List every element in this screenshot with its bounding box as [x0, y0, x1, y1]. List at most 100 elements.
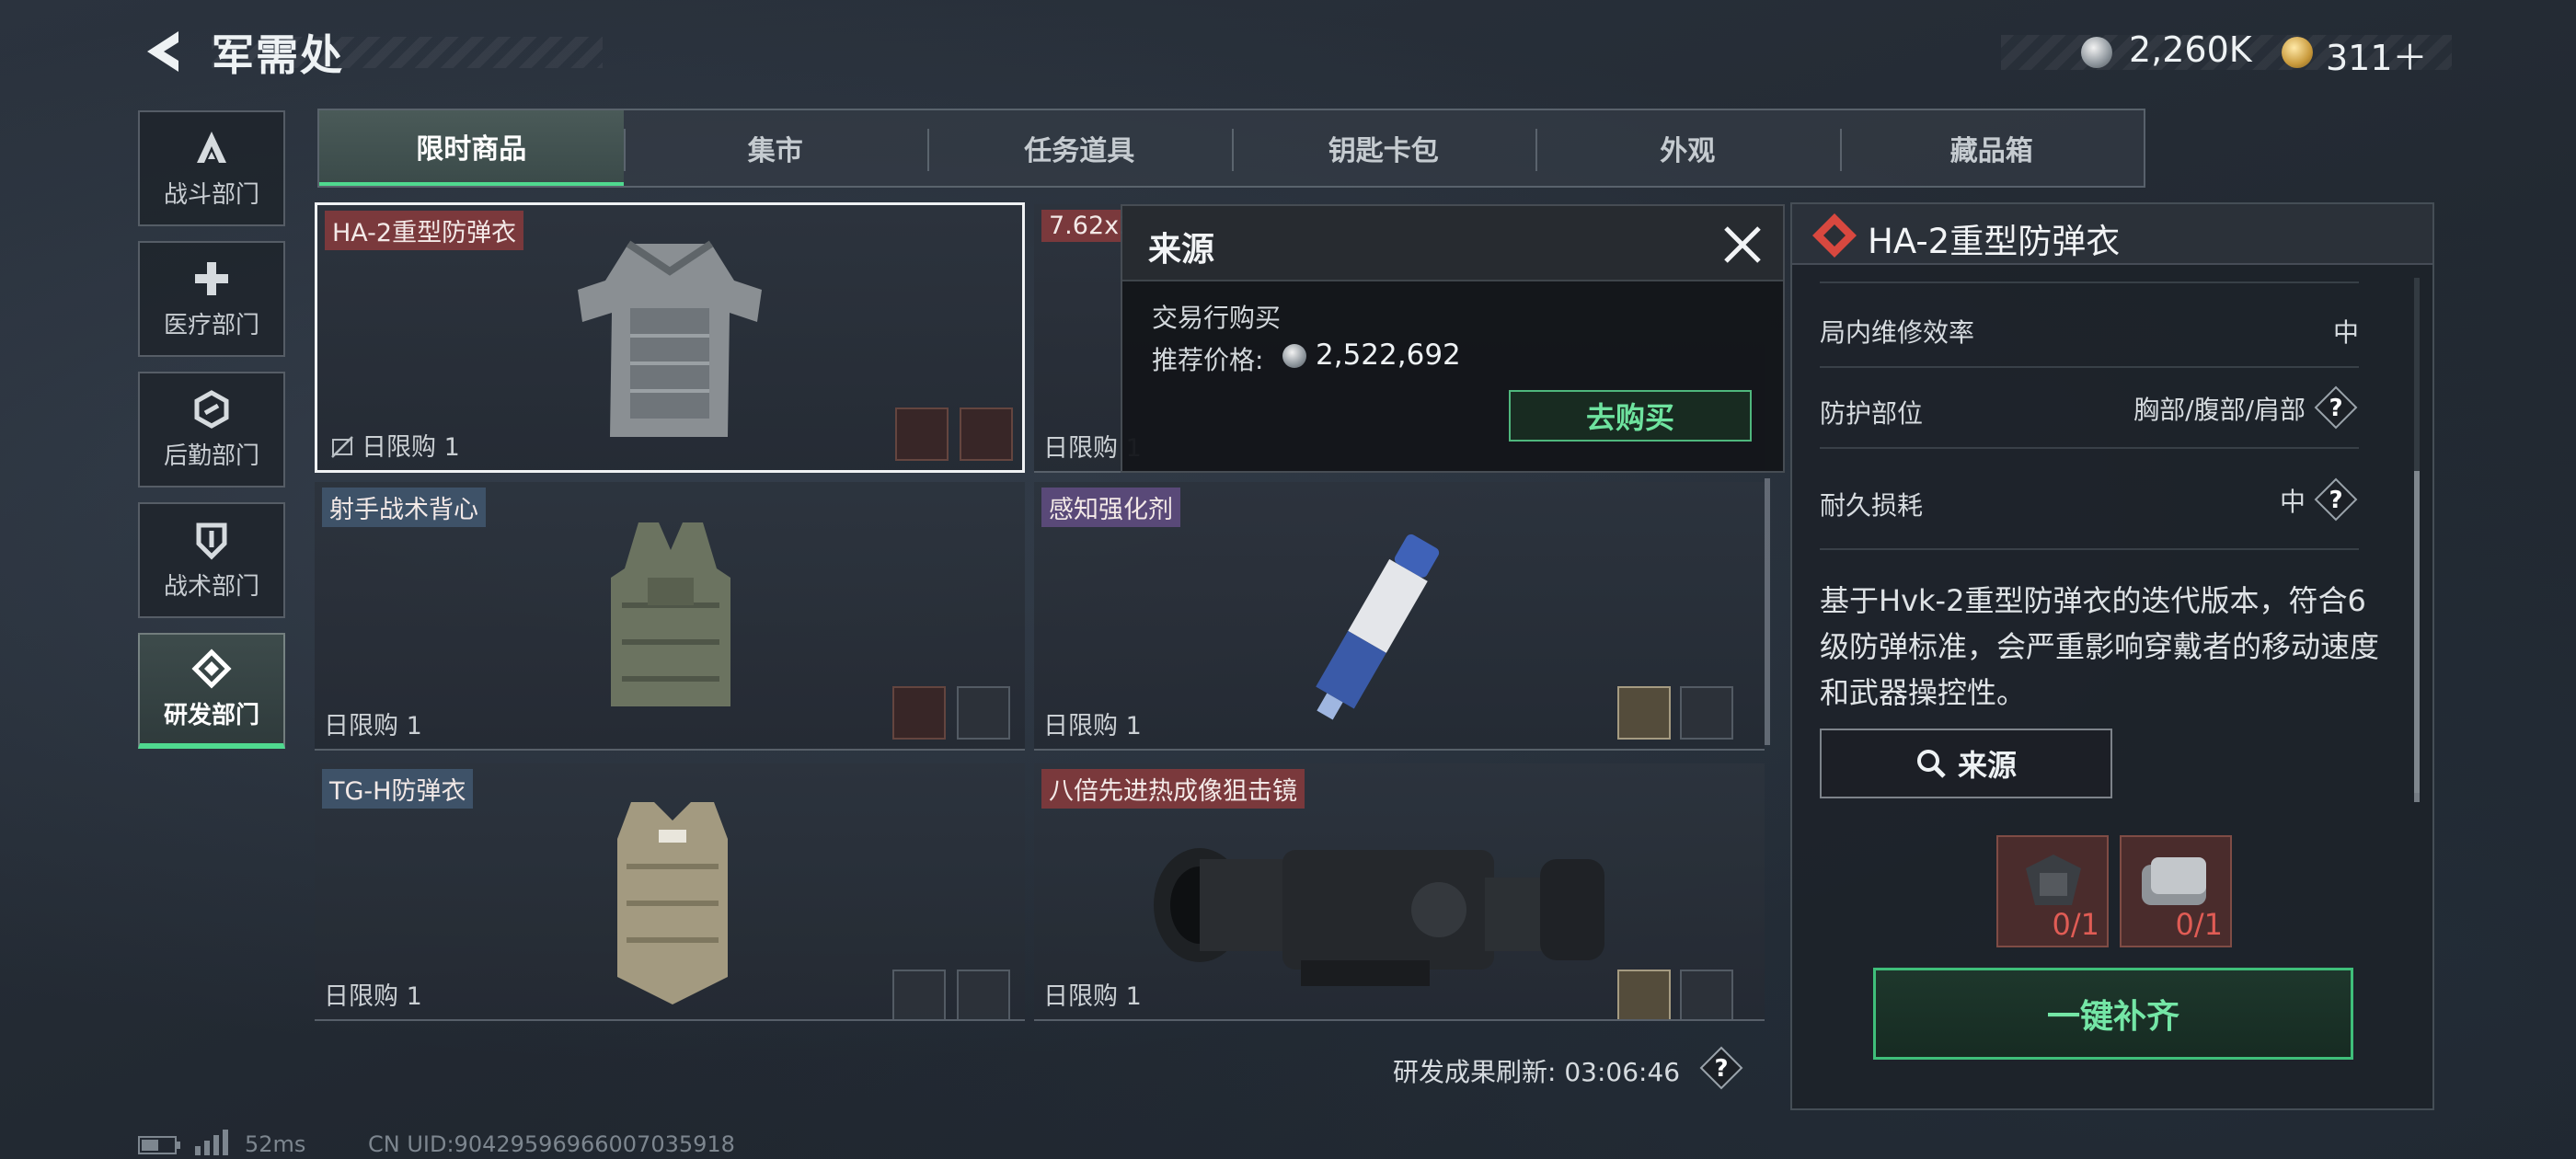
stat-label: 耐久损耗 — [1820, 490, 1924, 521]
product-card[interactable]: TG-H防弹衣 日限购 1 — [315, 763, 1025, 1021]
source-button-label: 来源 — [1957, 748, 2017, 783]
stat-label: 局内维修效率 — [1820, 317, 1975, 348]
stat-row-protection-area: 防护部位 胸部/腹部/肩部 ? — [1820, 368, 2359, 449]
tab-quest-items[interactable]: 任务道具 — [927, 110, 1232, 186]
grid-scrollbar[interactable] — [1765, 478, 1770, 745]
material-slot-icon — [957, 970, 1010, 1019]
armor-plate-icon — [2142, 857, 2206, 905]
material-slot-icon — [1617, 970, 1671, 1019]
sidebar-item-label: 战斗部门 — [163, 180, 259, 209]
auto-fill-button[interactable]: 一键补齐 — [1873, 968, 2353, 1060]
no-trade-icon — [331, 436, 353, 458]
sidebar-item-research[interactable]: 研发部门 — [138, 633, 285, 749]
sidebar-item-label: 战术部门 — [163, 572, 259, 601]
close-icon[interactable] — [1717, 219, 1768, 270]
material-slot-icon — [1680, 970, 1733, 1019]
product-card[interactable]: 射手战术背心 日限购 1 — [315, 482, 1025, 751]
tab-market[interactable]: 集市 — [623, 110, 928, 186]
research-refresh-timer: 研发成果刷新: 03:06:46 — [1393, 1057, 1681, 1087]
injector-image — [1316, 534, 1440, 720]
material-slot-icon — [1617, 686, 1671, 740]
material-slot-icon — [892, 970, 946, 1019]
tab-keycard-pack[interactable]: 钥匙卡包 — [1231, 110, 1536, 186]
help-icon[interactable]: ? — [2313, 476, 2359, 522]
material-count: 0/1 — [2052, 907, 2100, 942]
source-method: 交易行购买 — [1152, 303, 1282, 333]
silver-coin-icon — [2081, 37, 2112, 68]
product-card[interactable]: HA-2重型防弹衣 日限购 1 — [315, 202, 1025, 473]
stat-value: 中 — [2332, 317, 2359, 348]
material-slot-icon — [960, 407, 1013, 461]
svg-text:?: ? — [2329, 395, 2342, 422]
stat-value: 胸部/腹部/肩部 — [2133, 395, 2306, 425]
product-card[interactable]: 八倍先进热成像狙击镜 日限购 1 — [1034, 763, 1765, 1021]
help-icon[interactable]: ? — [2313, 384, 2359, 430]
detail-scrollbar-thumb[interactable] — [2414, 471, 2420, 802]
go-buy-button[interactable]: 去购买 — [1509, 390, 1752, 442]
price-label: 推荐价格: — [1152, 345, 1264, 375]
tactical-vest-image — [611, 522, 730, 706]
sidebar-item-medical[interactable]: 医疗部门 — [138, 241, 285, 357]
ping-value: 52ms — [245, 1131, 306, 1157]
battery-icon — [138, 1136, 180, 1154]
combat-icon — [197, 131, 226, 163]
purchase-limit: 日限购 1 — [362, 433, 460, 462]
gold-currency-value[interactable]: 311＋ — [2326, 29, 2428, 80]
source-button[interactable]: 来源 — [1820, 729, 2112, 798]
material-slot-icon — [892, 686, 946, 740]
sidebar-item-label: 医疗部门 — [163, 311, 259, 339]
item-detail-panel: HA-2重型防弹衣 局内维修效率 中 防护部位 胸部/腹部/肩部 ? 耐久损耗 … — [1790, 202, 2434, 1110]
source-popup: 来源 交易行购买 推荐价格: 2,522,692 去购买 — [1121, 204, 1785, 473]
purchase-limit: 日限购 1 — [1043, 982, 1142, 1011]
material-slot-icon — [957, 686, 1010, 740]
svg-text:?: ? — [1714, 1055, 1728, 1083]
detail-item-name: HA-2重型防弹衣 — [1868, 222, 2121, 261]
material-count: 0/1 — [2175, 907, 2224, 942]
cut-off-row — [1820, 269, 2359, 283]
tactical-shield-icon — [196, 522, 227, 560]
product-card[interactable]: 感知强化剂 日限购 1 — [1034, 482, 1765, 751]
popup-title: 来源 — [1148, 231, 1215, 269]
rarity-diamond-icon — [1812, 213, 1857, 258]
silver-currency-value: 2,260K — [2129, 29, 2252, 70]
tab-limited-items[interactable]: 限时商品 — [319, 110, 624, 186]
material-slot-icon — [1680, 686, 1733, 740]
sidebar-item-combat[interactable]: 战斗部门 — [138, 110, 285, 226]
sidebar-item-logistics[interactable]: 后勤部门 — [138, 372, 285, 488]
search-icon — [1916, 750, 1946, 778]
product-name: 八倍先进热成像狙击镜 — [1041, 769, 1305, 809]
heavy-armor-vest-image — [578, 240, 762, 437]
sidebar-item-label: 研发部门 — [163, 701, 259, 729]
product-name: 感知强化剂 — [1041, 488, 1180, 527]
research-icon — [191, 648, 232, 689]
stat-row-durability-loss: 耐久损耗 中 ? — [1820, 449, 2359, 550]
back-arrow-icon[interactable] — [138, 26, 186, 77]
purchase-limit: 日限购 1 — [324, 982, 422, 1011]
help-icon[interactable]: ? — [1698, 1045, 1744, 1091]
recommended-price: 2,522,692 — [1316, 339, 1461, 372]
product-name: TG-H防弹衣 — [322, 769, 474, 809]
gold-coin-icon — [2282, 37, 2313, 68]
product-name: 射手战术背心 — [322, 488, 486, 527]
tab-collection-box[interactable]: 藏品箱 — [1839, 110, 2145, 186]
signal-icon — [195, 1130, 228, 1155]
logistics-icon — [194, 389, 229, 429]
purchase-limit: 日限购 1 — [324, 712, 422, 740]
required-material-slot[interactable]: 0/1 — [2120, 835, 2232, 947]
page-title: 军需处 — [212, 30, 344, 80]
item-description: 基于Hvk-2重型防弹衣的迭代版本，符合6级防弹标准，会严重影响穿戴者的移动速度… — [1820, 583, 2380, 710]
armor-part-icon — [2026, 855, 2081, 905]
silver-coin-icon — [1282, 344, 1306, 368]
sidebar-item-label: 后勤部门 — [163, 442, 259, 470]
product-name: HA-2重型防弹衣 — [325, 211, 524, 250]
material-slot-icon — [895, 407, 949, 461]
popup-header — [1122, 206, 1783, 281]
stat-value: 中 — [2279, 487, 2306, 517]
stat-row-repair-efficiency: 局内维修效率 中 — [1820, 287, 2359, 368]
sidebar-item-tactical[interactable]: 战术部门 — [138, 502, 285, 618]
tab-appearance[interactable]: 外观 — [1535, 110, 1840, 186]
user-uid: CN UID:90429596966007035918 — [368, 1131, 735, 1157]
svg-text:?: ? — [2329, 487, 2342, 514]
medical-cross-icon — [195, 261, 228, 295]
required-material-slot[interactable]: 0/1 — [1996, 835, 2109, 947]
